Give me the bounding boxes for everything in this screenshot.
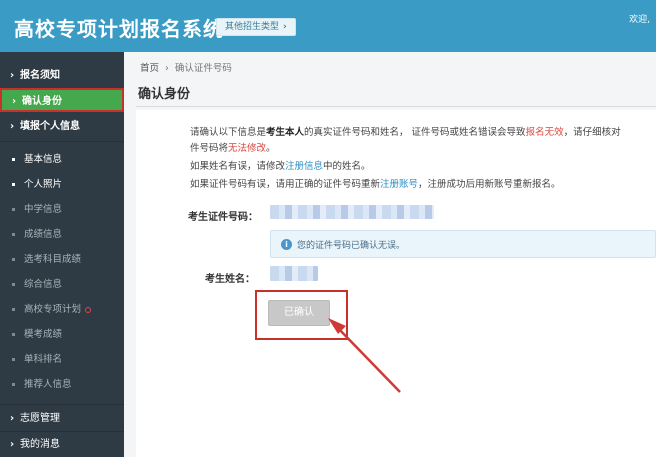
- other-types-button[interactable]: 其他招生类型 ›: [216, 18, 296, 36]
- sidebar-item-notice[interactable]: › 报名须知: [0, 64, 124, 88]
- sidebar-subitem-special-plan[interactable]: 高校专项计划: [0, 298, 124, 322]
- divider: [0, 404, 124, 405]
- confirmed-button[interactable]: 已确认: [268, 300, 330, 326]
- chevron-right-icon: ›: [10, 70, 15, 81]
- sidebar: › 报名须知 › 确认身份 › 填报个人信息 基本信息 个人照片 中学信息 成绩信息 …: [0, 52, 124, 457]
- chevron-right-icon: ›: [165, 63, 169, 74]
- sidebar-subitem-label: 模考成绩: [24, 329, 63, 340]
- page-title: 确认身份: [138, 87, 191, 102]
- bullet-icon: [12, 308, 15, 311]
- sidebar-subitem-label: 推荐人信息: [24, 379, 72, 390]
- bullet-icon: [12, 208, 15, 211]
- sidebar-subitem-subject-rank[interactable]: 单科排名: [0, 348, 124, 372]
- sidebar-subitem-referee[interactable]: 推荐人信息: [0, 373, 124, 397]
- breadcrumb: 首页 › 确认证件号码: [140, 60, 232, 74]
- name-value-blurred: [270, 266, 318, 281]
- sidebar-item-messages[interactable]: › 我的消息: [0, 433, 124, 457]
- sidebar-subitem-label: 基本信息: [24, 154, 63, 165]
- sidebar-subitem-mock-scores[interactable]: 模考成绩: [0, 323, 124, 347]
- sidebar-subitem-photo[interactable]: 个人照片: [0, 173, 124, 197]
- confirm-tip-text: 您的证件号码已确认无误。: [297, 241, 406, 251]
- sidebar-subitem-elective-scores[interactable]: 选考科目成绩: [0, 248, 124, 272]
- confirm-tip: i 您的证件号码已确认无误。: [270, 230, 656, 258]
- bullet-icon: [12, 183, 15, 186]
- chevron-right-icon: ›: [12, 96, 17, 107]
- chevron-right-icon: ›: [283, 22, 287, 32]
- bullet-icon: [12, 258, 15, 261]
- notice-line-4: 如果证件号码有误，请用正确的证件号码重新注册账号，注册成功后用新账号重新报名。: [190, 179, 561, 190]
- sidebar-subitem-label: 个人照片: [24, 179, 63, 190]
- sidebar-subitem-comprehensive[interactable]: 综合信息: [0, 273, 124, 297]
- register-info-link[interactable]: 注册信息: [285, 161, 323, 172]
- sidebar-subitem-school-info[interactable]: 中学信息: [0, 198, 124, 222]
- app-title: 高校专项计划报名系统: [14, 17, 224, 41]
- divider: [0, 141, 124, 142]
- sidebar-item-label: 确认身份: [22, 96, 62, 107]
- welcome-text: 欢迎,: [629, 15, 650, 25]
- name-label: 考生姓名：: [205, 274, 255, 285]
- divider: [0, 431, 124, 432]
- notice-line-3: 如果姓名有误，请修改注册信息中的姓名。: [190, 161, 371, 172]
- chevron-right-icon: ›: [10, 413, 15, 424]
- info-icon: i: [281, 239, 292, 250]
- register-account-link[interactable]: 注册账号: [380, 179, 418, 190]
- sidebar-subitem-label: 选考科目成绩: [24, 254, 82, 265]
- sidebar-subitem-label: 综合信息: [24, 279, 63, 290]
- breadcrumb-home[interactable]: 首页: [140, 63, 159, 74]
- id-number-value-blurred: [270, 205, 434, 219]
- sidebar-item-label: 填报个人信息: [20, 121, 80, 132]
- sidebar-item-label: 志愿管理: [20, 413, 60, 424]
- bullet-icon: [12, 358, 15, 361]
- bullet-icon: [12, 158, 15, 161]
- notice-line-2: 件号码将无法修改。: [190, 143, 276, 154]
- sidebar-subitem-label: 单科排名: [24, 354, 63, 365]
- sidebar-subitem-scores[interactable]: 成绩信息: [0, 223, 124, 247]
- divider: [136, 106, 656, 107]
- bullet-icon: [12, 333, 15, 336]
- chevron-right-icon: ›: [10, 439, 15, 450]
- other-types-label: 其他招生类型: [225, 22, 280, 32]
- sidebar-item-personal-info[interactable]: › 填报个人信息: [0, 115, 124, 139]
- chevron-down-icon: ›: [10, 121, 15, 132]
- sidebar-item-preferences[interactable]: › 志愿管理: [0, 407, 124, 431]
- sidebar-subitem-basic-info[interactable]: 基本信息: [0, 148, 124, 172]
- sidebar-subitem-label: 成绩信息: [24, 229, 63, 240]
- bullet-icon: [12, 233, 15, 236]
- sidebar-item-label: 我的消息: [20, 439, 60, 450]
- bullet-icon: [12, 383, 15, 386]
- top-header: 高校专项计划报名系统 其他招生类型 › 欢迎,: [0, 0, 656, 52]
- alert-dot-icon: [85, 306, 92, 313]
- sidebar-item-label: 报名须知: [20, 70, 60, 81]
- bullet-icon: [12, 283, 15, 286]
- sidebar-subitem-label: 高校专项计划: [24, 304, 82, 315]
- id-number-label: 考生证件号码：: [188, 212, 258, 223]
- breadcrumb-current: 确认证件号码: [174, 63, 232, 74]
- sidebar-subitem-label: 中学信息: [24, 204, 63, 215]
- sidebar-item-confirm-identity[interactable]: › 确认身份: [0, 88, 124, 112]
- notice-line-1: 请确认以下信息是考生本人的真实证件号码和姓名， 证件号码或姓名错误会导致报名无效…: [190, 127, 621, 138]
